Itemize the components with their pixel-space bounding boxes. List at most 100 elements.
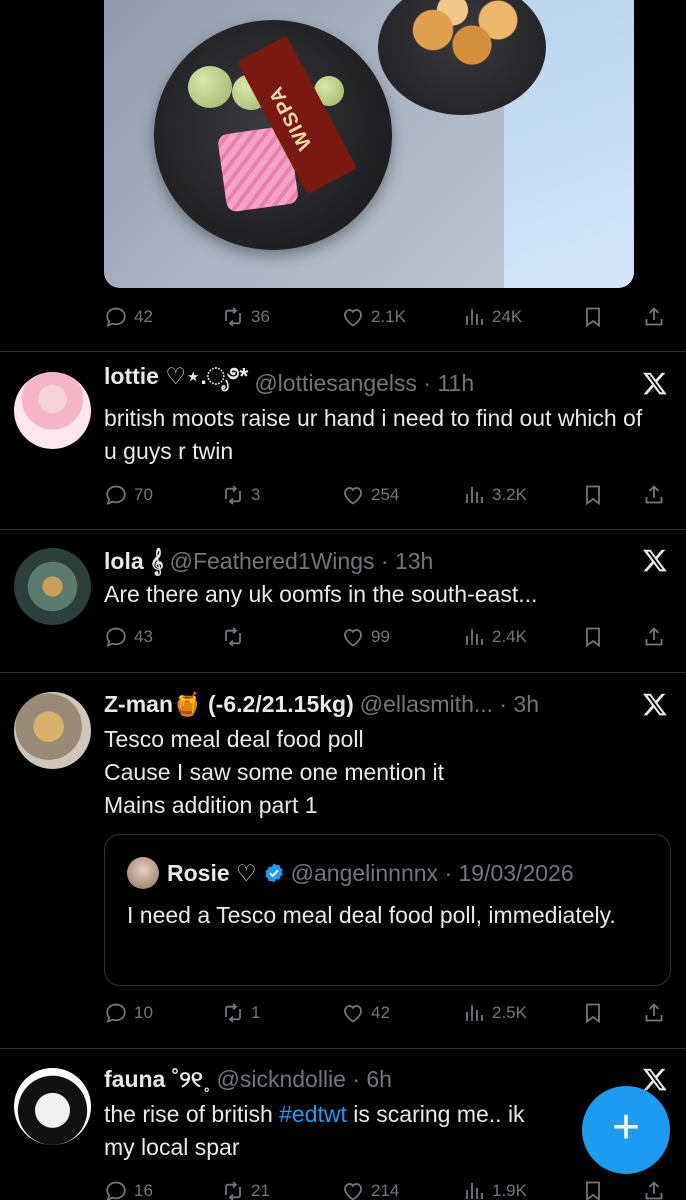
bookmark-button[interactable] (581, 622, 605, 652)
views-button[interactable]: 24K (462, 302, 522, 332)
share-icon (642, 625, 666, 649)
repost-icon (221, 1001, 245, 1025)
share-icon (642, 305, 666, 329)
post-text: Are there any uk oomfs in the south-east… (104, 581, 538, 607)
share-button[interactable] (642, 480, 666, 510)
like-icon (341, 1179, 365, 1200)
reply-button[interactable]: 16 (104, 1176, 153, 1200)
quoted-handle-and-date: @angelinnnnx · 19/03/2026 (290, 859, 574, 886)
share-button[interactable] (642, 622, 666, 652)
x-logo-icon[interactable] (642, 547, 668, 573)
bookmark-icon (581, 1179, 605, 1200)
share-icon (642, 1179, 666, 1200)
reply-button[interactable]: 42 (104, 302, 153, 332)
reply-button[interactable]: 10 (104, 998, 153, 1028)
image-grape (188, 66, 232, 108)
post-header: lola 𝄞 @Feathered1Wings · 13h (104, 546, 433, 576)
reply-button[interactable]: 43 (104, 622, 153, 652)
share-button[interactable] (642, 998, 666, 1028)
views-icon (462, 1001, 486, 1025)
bookmark-button[interactable] (581, 998, 605, 1028)
avatar[interactable] (14, 548, 91, 625)
post-text-line: Mains addition part 1 (104, 792, 318, 818)
divider (0, 1048, 686, 1049)
post-actions: 16 21 214 1.9K (104, 1176, 670, 1200)
like-button[interactable]: 214 (341, 1176, 399, 1200)
divider (0, 672, 686, 673)
repost-button[interactable]: 3 (221, 480, 260, 510)
post-text: Tesco meal deal food poll Cause I saw so… (104, 723, 644, 822)
like-button[interactable]: 2.1K (341, 302, 406, 332)
bookmark-icon (581, 625, 605, 649)
avatar[interactable] (14, 372, 91, 449)
like-icon (341, 305, 365, 329)
avatar[interactable] (14, 1068, 91, 1145)
share-button[interactable] (642, 302, 666, 332)
reply-button[interactable]: 70 (104, 480, 153, 510)
post-text-line: my local spar (104, 1134, 240, 1160)
post-text-line: Cause I saw some one mention it (104, 759, 445, 785)
repost-button[interactable]: 36 (221, 302, 270, 332)
share-icon (642, 1001, 666, 1025)
quoted-avatar (127, 857, 159, 889)
quoted-text: I need a Tesco meal deal food poll, imme… (127, 902, 616, 928)
bookmark-icon (581, 483, 605, 507)
post-actions: 43 99 2.4K (104, 622, 670, 652)
hashtag-link[interactable]: #edtwt (279, 1101, 347, 1127)
views-icon (462, 625, 486, 649)
compose-button[interactable]: + (582, 1086, 670, 1174)
bookmark-button[interactable] (581, 480, 605, 510)
views-icon (462, 305, 486, 329)
views-icon (462, 483, 486, 507)
views-button[interactable]: 2.4K (462, 622, 527, 652)
bookmark-button[interactable] (581, 1176, 605, 1200)
post-text-line: the rise of british #edtwt is scaring me… (104, 1101, 525, 1127)
handle-and-time[interactable]: @lottiesangelss · 11h (254, 370, 474, 397)
handle-and-time[interactable]: @Feathered1Wings · 13h (170, 548, 434, 575)
post-actions: 70 3 254 3.2K (104, 480, 670, 510)
divider (0, 529, 686, 530)
quoted-header: Rosie ♡ @angelinnnnx · 19/03/2026 (167, 857, 574, 889)
x-logo-icon[interactable] (642, 691, 668, 717)
views-button[interactable]: 2.5K (462, 998, 527, 1028)
display-name[interactable]: lola 𝄞 (104, 548, 164, 575)
like-icon (341, 483, 365, 507)
x-logo-icon[interactable] (642, 1066, 668, 1092)
handle-and-time[interactable]: @sickndollie · 6h (217, 1066, 392, 1093)
views-button[interactable]: 3.2K (462, 480, 527, 510)
like-button[interactable]: 254 (341, 480, 399, 510)
share-icon (642, 483, 666, 507)
post-actions: 10 1 42 2.5K (104, 998, 670, 1028)
x-logo-icon[interactable] (642, 370, 668, 396)
reply-icon (104, 625, 128, 649)
handle-and-time[interactable]: @ellasmith... · 3h (360, 691, 539, 718)
repost-icon (221, 1179, 245, 1200)
views-button[interactable]: 1.9K (462, 1176, 527, 1200)
like-button[interactable]: 42 (341, 998, 390, 1028)
image-chicken-pieces (394, 0, 524, 90)
display-name[interactable]: Z-man🍯 (-6.2/21.15kg) (104, 691, 354, 718)
like-icon (341, 1001, 365, 1025)
quoted-post[interactable]: Rosie ♡ @angelinnnnx · 19/03/2026 I need… (104, 834, 671, 986)
like-button[interactable]: 99 (341, 622, 390, 652)
bookmark-icon (581, 305, 605, 329)
like-icon (341, 625, 365, 649)
repost-button[interactable] (221, 622, 251, 652)
post-text-line: Tesco meal deal food poll (104, 726, 364, 752)
bookmark-button[interactable] (581, 302, 605, 332)
post-actions: 42 36 2.1K 24K (104, 302, 670, 332)
display-name[interactable]: fauna ˚୨୧˳ (104, 1066, 211, 1093)
avatar[interactable] (14, 692, 91, 769)
compose-plus-icon: + (611, 1101, 641, 1154)
repost-icon (221, 305, 245, 329)
share-button[interactable] (642, 1176, 666, 1200)
post-header: lottie ♡⋆.ೃ࿔* @lottiesangelss · 11h (104, 363, 474, 398)
quoted-display-name: Rosie ♡ (167, 859, 257, 886)
post-image[interactable]: WISPA (104, 0, 634, 288)
divider (0, 351, 686, 352)
post-text: british moots raise ur hand i need to fi… (104, 405, 643, 464)
repost-button[interactable]: 21 (221, 1176, 270, 1200)
reply-icon (104, 305, 128, 329)
repost-icon (221, 625, 245, 649)
repost-button[interactable]: 1 (221, 998, 260, 1028)
